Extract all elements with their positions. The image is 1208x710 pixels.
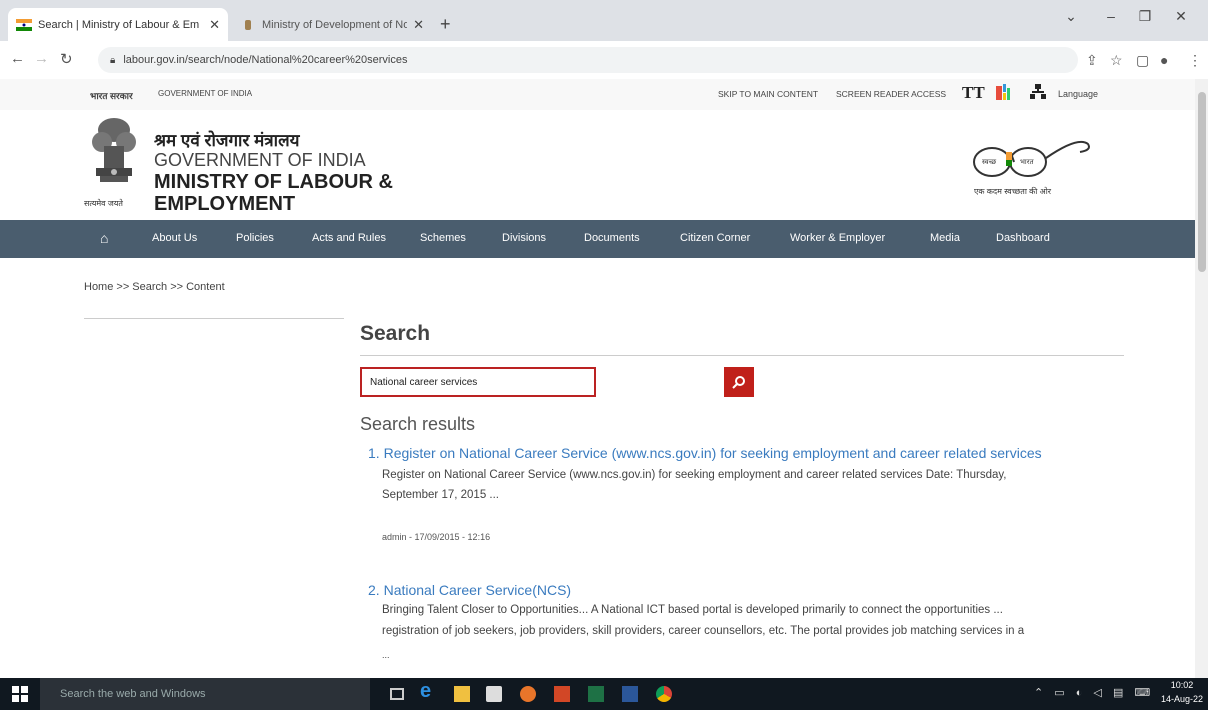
national-emblem-icon	[86, 116, 142, 200]
reload-icon[interactable]: ↻	[60, 50, 73, 68]
search-input[interactable]: National career services	[360, 367, 596, 397]
search-heading: Search	[360, 322, 431, 345]
language-link[interactable]: Language	[1058, 89, 1098, 99]
result-2-snippet-line2: registration of job seekers, job provide…	[382, 625, 1025, 637]
result-number: 2.	[368, 582, 380, 598]
scrollbar-thumb[interactable]	[1198, 92, 1206, 272]
ministry-title-line2: EMPLOYMENT	[154, 193, 296, 215]
system-tray-icons[interactable]: ⌃ ▭ ◐ ◁ ▤ ⌨	[1034, 686, 1154, 699]
tab-close-icon[interactable]: ✕	[413, 17, 424, 33]
share-icon[interactable]: ⇪	[1086, 52, 1098, 69]
nav-citizen-corner[interactable]: Citizen Corner	[680, 232, 750, 244]
nav-documents[interactable]: Documents	[584, 232, 640, 244]
bookmark-star-icon[interactable]: ☆	[1110, 52, 1123, 69]
task-view-icon[interactable]	[390, 688, 404, 700]
word-icon[interactable]	[622, 686, 638, 702]
tab-label: Search | Ministry of Labour & Em	[38, 18, 200, 31]
result-2-snippet-line3: ...	[382, 650, 390, 660]
minimize-button[interactable]: –	[1096, 8, 1126, 24]
tab-ministry-development[interactable]: Ministry of Development of Nor ✕	[232, 8, 432, 41]
nav-divisions[interactable]: Divisions	[502, 232, 546, 244]
contrast-icon[interactable]	[996, 84, 1010, 100]
menu-dots-icon[interactable]: ⋮	[1188, 52, 1202, 69]
result-title-link[interactable]: Register on National Career Service (www…	[384, 445, 1042, 461]
result-1-title[interactable]: 1. Register on National Career Service (…	[368, 445, 1042, 461]
new-tab-button[interactable]: +	[440, 14, 451, 35]
windows-start-icon[interactable]	[12, 686, 28, 702]
text-size-icon[interactable]: TT	[962, 83, 985, 103]
screen-reader-link[interactable]: SCREEN READER ACCESS	[836, 89, 946, 99]
swachh-left-text: स्वच्छ	[982, 159, 997, 166]
url-text: labour.gov.in/search/node/National%20car…	[123, 54, 408, 66]
tab-close-icon[interactable]: ✕	[209, 17, 220, 33]
back-arrow-icon[interactable]: ←	[10, 50, 25, 67]
swachh-caption: एक कदम स्वच्छता की ओर	[974, 187, 1052, 196]
side-panel-icon[interactable]: ▢	[1136, 52, 1149, 69]
ministry-hindi-title: श्रम एवं रोजगार मंत्रालय	[154, 131, 300, 150]
nav-worker-employer[interactable]: Worker & Employer	[790, 232, 885, 244]
nav-acts-and-rules[interactable]: Acts and Rules	[312, 232, 386, 244]
profile-icon[interactable]: ●	[1160, 52, 1168, 68]
result-2-title[interactable]: 2. National Career Service(NCS)	[368, 582, 571, 598]
search-icon	[732, 376, 745, 389]
taskbar-time[interactable]: 10:02	[1160, 680, 1204, 690]
excel-icon[interactable]	[588, 686, 604, 702]
search-button[interactable]	[724, 367, 754, 397]
tab-label: Ministry of Development of Nor	[262, 18, 408, 31]
india-flag-icon	[16, 18, 32, 31]
breadcrumb[interactable]: Home >> Search >> Content	[84, 281, 225, 293]
address-bar[interactable]: 🔒︎ labour.gov.in/search/node/National%20…	[98, 47, 1078, 73]
result-2-snippet-line1: Bringing Talent Closer to Opportunities.…	[382, 604, 1003, 616]
taskbar-date[interactable]: 14-Aug-22	[1160, 694, 1204, 704]
nav-dashboard[interactable]: Dashboard	[996, 232, 1050, 244]
skip-to-main-link[interactable]: SKIP TO MAIN CONTENT	[718, 89, 818, 99]
nav-media[interactable]: Media	[930, 232, 960, 244]
result-number: 1.	[368, 445, 380, 461]
result-1-snippet-line1: Register on National Career Service (www…	[382, 469, 1007, 481]
forward-arrow-icon[interactable]: →	[34, 50, 49, 67]
file-explorer-icon[interactable]	[454, 686, 470, 702]
government-of-india-label: GOVERNMENT OF INDIA	[154, 150, 366, 170]
close-window-button[interactable]: ✕	[1166, 8, 1196, 25]
gov-english-label: GOVERNMENT OF INDIA	[158, 89, 253, 98]
powerpoint-icon[interactable]	[554, 686, 570, 702]
home-icon[interactable]: ⌂	[100, 230, 108, 246]
emblem-icon	[245, 19, 251, 30]
search-results-heading: Search results	[360, 414, 476, 434]
gov-hindi-label: भारत सरकार	[90, 91, 133, 101]
sidebar-divider	[84, 318, 344, 319]
tab-search-labour[interactable]: Search | Ministry of Labour & Em ✕	[8, 8, 228, 41]
chrome-icon[interactable]	[656, 686, 672, 702]
heading-divider	[360, 355, 1124, 356]
result-title-link[interactable]: National Career Service(NCS)	[384, 582, 572, 598]
taskbar-search-box[interactable]: Search the web and Windows	[40, 678, 370, 710]
tab-search-icon[interactable]: ⌄	[1056, 8, 1086, 25]
sitemap-icon[interactable]	[1030, 84, 1046, 100]
firefox-icon[interactable]	[520, 686, 536, 702]
nav-schemes[interactable]: Schemes	[420, 232, 466, 244]
main-navigation: ⌂ About Us Policies Acts and Rules Schem…	[0, 220, 1195, 258]
nav-policies[interactable]: Policies	[236, 232, 274, 244]
emblem-motto: सत्यमेव जयते	[84, 199, 123, 208]
result-1-meta: admin - 17/09/2015 - 12:16	[382, 532, 491, 542]
store-icon[interactable]	[486, 686, 502, 702]
restore-button[interactable]: ❐	[1130, 8, 1160, 25]
ministry-title-line1: MINISTRY OF LABOUR &	[154, 171, 393, 193]
edge-browser-icon[interactable]: e	[420, 680, 436, 702]
result-1-snippet-line2: September 17, 2015 ...	[382, 489, 499, 501]
lock-icon: 🔒︎	[110, 54, 116, 66]
swachh-right-text: भारत	[1020, 159, 1034, 166]
nav-about-us[interactable]: About Us	[152, 232, 197, 244]
